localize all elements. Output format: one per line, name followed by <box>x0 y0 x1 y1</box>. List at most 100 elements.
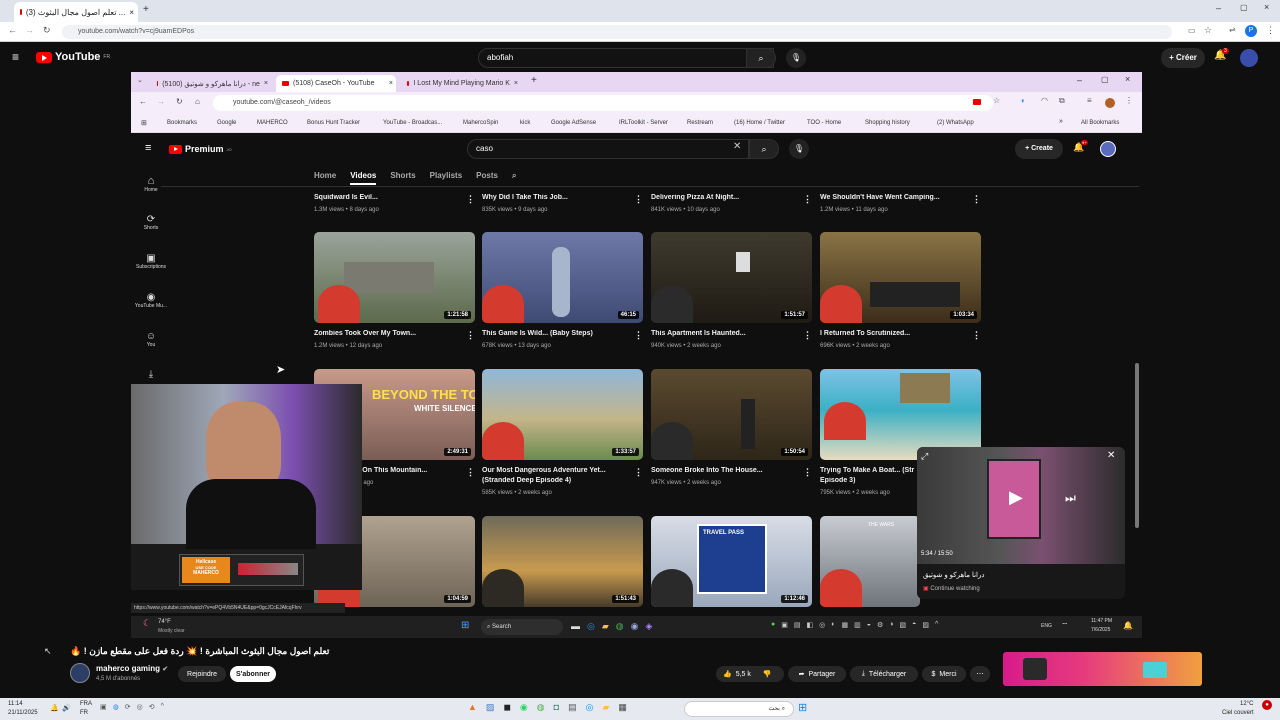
sidebar-item-shorts[interactable]: ⟳ Shorts <box>131 214 171 231</box>
steam-icon[interactable]: ◉ <box>631 621 639 632</box>
video-card[interactable]: This Game Is Wild... (Baby Steps) 678K vi… <box>482 330 643 349</box>
tray-icon[interactable]: ◎ <box>137 703 143 711</box>
like-count[interactable]: 5,5 k <box>736 671 751 678</box>
reload-icon[interactable]: ↻ <box>43 25 51 36</box>
inner-tab-2[interactable]: (5108) CaseOh - YouTube × <box>276 75 396 92</box>
tray-icon[interactable]: ◧ <box>806 621 813 629</box>
extensions-icon[interactable]: ⧉ <box>1059 96 1065 106</box>
continue-watching[interactable]: ▣ Continue watching <box>923 585 980 592</box>
photos-icon[interactable]: ▨ <box>486 702 495 713</box>
more-options-icon[interactable]: ⋮ <box>803 467 812 478</box>
video-thumbnail[interactable]: THE WARS <box>820 516 920 607</box>
new-tab-icon[interactable]: + <box>531 75 537 86</box>
ad-banner[interactable] <box>1003 652 1202 686</box>
video-thumbnail[interactable]: 1:51:43 <box>482 516 643 607</box>
close-window-icon[interactable]: × <box>1125 74 1130 84</box>
clock-time[interactable]: 11:47 PM <box>1091 618 1112 624</box>
video-card[interactable]: I Returned To Scrutinized... 696K views •… <box>820 330 981 349</box>
network-icon[interactable]: ⌔ <box>1061 621 1069 631</box>
bookmark-item[interactable]: (16) Home / Twitter <box>734 120 785 126</box>
reload-icon[interactable]: ↻ <box>176 97 183 106</box>
minimize-icon[interactable]: – <box>1077 75 1082 85</box>
video-card[interactable]: Zombies Took Over My Town... 1.2M views •… <box>314 330 475 349</box>
hamburger-menu-icon[interactable]: ≡ <box>145 142 151 154</box>
profile-avatar[interactable] <box>1105 98 1115 108</box>
sidebar-item-you[interactable]: ☺ You <box>131 331 171 348</box>
tray-icon[interactable]: ⚙ <box>877 621 883 629</box>
channel-name[interactable]: maherco gaming <box>96 664 160 673</box>
tab-playlists[interactable]: Playlists <box>430 171 462 185</box>
outer-active-tab[interactable]: (3) تعلم اصول مجال البثوث ... × <box>14 2 138 22</box>
minimize-icon[interactable]: – <box>1216 3 1221 13</box>
next-icon[interactable]: ⏭ <box>1065 491 1076 506</box>
more-options-icon[interactable]: ⋮ <box>803 194 812 205</box>
more-options-icon[interactable]: ⋮ <box>634 194 643 205</box>
tray-icon[interactable]: ◑ <box>889 621 893 629</box>
video-card[interactable]: Delivering Pizza At Night... 841K views •… <box>651 194 812 213</box>
whatsapp-icon[interactable]: ◉ <box>520 702 528 713</box>
bookmark-item[interactable]: MAHERCO <box>257 120 288 126</box>
close-icon[interactable]: ✕ <box>1107 450 1115 461</box>
more-options-icon[interactable]: ⋮ <box>972 330 981 341</box>
tray-icon[interactable]: ▦ <box>841 621 848 629</box>
apps-grid-icon[interactable]: ⊞ <box>141 119 147 127</box>
app-icon[interactable]: ◘ <box>554 702 559 713</box>
home-icon[interactable]: ⌂ <box>195 97 200 106</box>
clock-date[interactable]: 7/6/2025 <box>1091 627 1110 633</box>
expand-icon[interactable]: ⤢ <box>921 451 928 462</box>
bookmark-item[interactable]: YouTube - Broadcas... <box>383 120 442 126</box>
extension-icon[interactable]: ◐ <box>1021 96 1026 105</box>
mic-icon[interactable]: 🎙 <box>786 48 806 68</box>
channel-name-row[interactable]: maherco gaming ✔ <box>96 664 168 673</box>
bookmark-item[interactable]: Shopping history <box>865 120 910 126</box>
inner-tab-3[interactable]: I Lost My Mind Playing Mario K × <box>401 75 521 92</box>
extensions-icon[interactable]: ⇌ <box>1229 25 1236 34</box>
video-card[interactable]: Why Did I Take This Job... 835K views • 9… <box>482 194 643 213</box>
video-title[interactable]: This Apartment Is Haunted... <box>651 330 812 337</box>
video-title[interactable]: Delivering Pizza At Night... <box>651 194 812 201</box>
chrome-icon[interactable]: ◍ <box>616 621 624 632</box>
like-icon[interactable]: 👍 <box>723 670 732 678</box>
cast-icon[interactable]: ▭ <box>1188 26 1196 35</box>
subscribe-button[interactable]: S'abonner <box>230 666 276 682</box>
folder-icon[interactable]: ▰ <box>602 621 609 632</box>
back-icon[interactable]: ← <box>139 97 147 106</box>
os-search[interactable]: بحث ⌕ <box>684 701 794 717</box>
bookmark-item[interactable]: TOO - Home <box>807 120 841 126</box>
notifications-icon[interactable]: 🔔 <box>50 704 59 712</box>
video-title[interactable]: Zombies Took Over My Town... <box>314 330 475 337</box>
sidebar-item-subscriptions[interactable]: ▣ Subscriptions <box>131 253 171 270</box>
app-icon[interactable]: ◼ <box>503 702 510 713</box>
all-bookmarks[interactable]: All Bookmarks <box>1081 120 1119 126</box>
youtube-logo[interactable]: YouTube FR <box>36 51 110 63</box>
sidebar-item-home[interactable]: ⌂ Home <box>131 175 171 193</box>
tab-close-icon[interactable]: × <box>389 80 393 87</box>
create-button[interactable]: + Create <box>1015 139 1063 159</box>
outer-search-input[interactable]: abofiah <box>478 48 774 68</box>
chevron-up-icon[interactable]: ^ <box>935 621 938 629</box>
inner-search-input[interactable]: caso <box>467 139 749 159</box>
new-tab-icon[interactable]: + <box>143 4 149 15</box>
bookmark-item[interactable]: MahercoSpin <box>463 120 498 126</box>
language[interactable]: FRA <box>80 701 92 707</box>
app-icon[interactable]: ▲ <box>468 702 477 713</box>
bookmark-star-icon[interactable]: ☆ <box>1204 25 1212 36</box>
profile-avatar[interactable]: P <box>1245 25 1257 37</box>
maximize-icon[interactable]: ▢ <box>1240 3 1248 12</box>
video-title[interactable]: Trying To Make A Boat... (Str <box>820 467 920 474</box>
clock-time[interactable]: 11:14 <box>8 701 23 707</box>
channel-search-icon[interactable]: ⌕ <box>512 171 516 185</box>
app-icon[interactable]: ▤ <box>568 702 577 713</box>
tab-videos[interactable]: Videos <box>350 171 377 185</box>
chevron-right-icon[interactable]: » <box>1059 118 1063 125</box>
outer-url-field[interactable]: youtube.com/watch?v=cj9uamEDPos <box>62 25 1172 39</box>
tab-search-icon[interactable]: ⌄ <box>137 76 143 84</box>
tray-icon[interactable]: ◒ <box>867 621 871 629</box>
windows-start-icon[interactable]: ⊞ <box>798 701 807 714</box>
miniplayer-title[interactable]: درانا ماهركو و شوتيق <box>923 571 985 579</box>
tray-icon[interactable]: ◎ <box>819 621 825 629</box>
miniplayer-video[interactable]: ⤢ ✕ ▶ ⏭ 5:34 / 15:50 <box>917 447 1125 564</box>
bookmark-item[interactable]: Google <box>217 120 236 126</box>
forward-icon[interactable]: → <box>25 25 34 35</box>
tray-icon[interactable]: ▤ <box>794 621 801 629</box>
